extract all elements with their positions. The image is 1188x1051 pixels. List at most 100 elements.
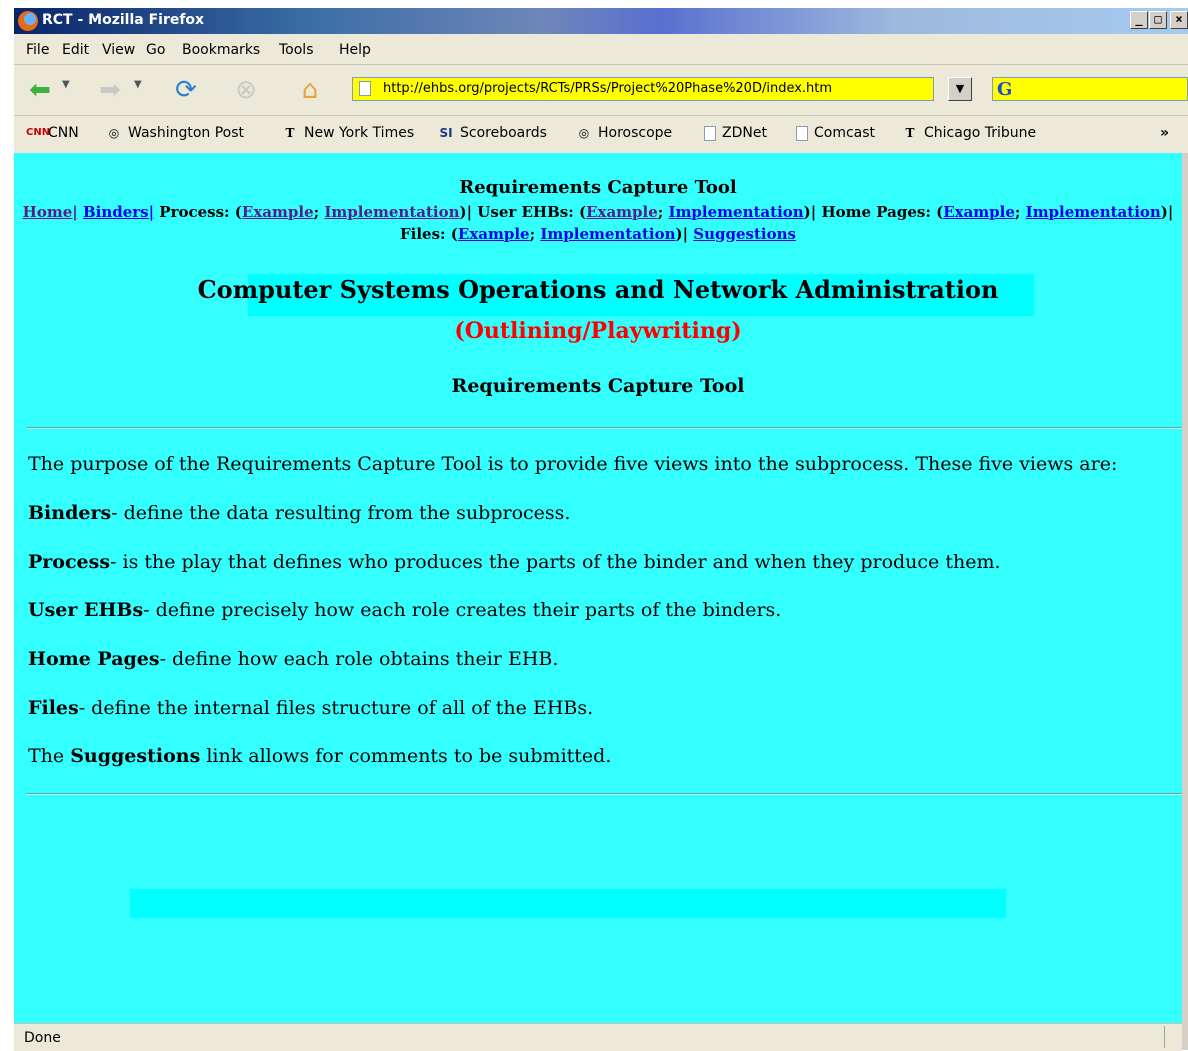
link-home[interactable]: Home| [23,203,78,221]
link-user-ehbs-implementation[interactable]: Implementation [669,203,804,221]
view-binders: Binders- define the data resulting from … [28,502,570,524]
view-description: - define how each role obtains their EHB… [159,648,559,670]
page-title: Computer Systems Operations and Network … [197,275,999,304]
search-input[interactable]: G [992,77,1188,101]
intro-text: The purpose of the Requirements Capture … [28,453,1118,475]
text-fragment: link allows for comments to be submitted… [200,745,612,767]
menu-edit[interactable]: Edit [62,42,89,58]
menu-view[interactable]: View [102,42,135,58]
view-term: Home Pages [28,648,160,670]
bookmarks-overflow-button[interactable]: » [1160,125,1169,141]
bookmark-chicago-tribune[interactable]: T Chicago Tribune [902,125,1037,141]
nyt-icon: T [285,126,295,140]
navigation-toolbar: ⬅ ▼ ➡ ▼ ⟳ ⊗ ⌂ http://ehbs.org/projects/R… [14,65,1188,116]
link-process-implementation[interactable]: Implementation [324,203,459,221]
bookmark-comcast[interactable]: Comcast [796,125,875,141]
menu-go[interactable]: Go [146,42,165,58]
bookmark-label: Washington Post [128,125,245,141]
page-icon [704,125,716,141]
link-home-pages-example[interactable]: Example [943,203,1015,221]
link-process-example[interactable]: Example [242,203,314,221]
stop-icon[interactable]: ⊗ [228,73,264,107]
link-files-example[interactable]: Example [458,225,530,243]
si-icon: SI [439,126,453,140]
bookmarks-toolbar: CNN CNN ◎ Washington Post T New York Times … [14,116,1188,152]
home-icon[interactable]: ⌂ [292,73,328,107]
page-icon [796,125,808,141]
link-user-ehbs-example[interactable]: Example [586,203,658,221]
view-files: Files- define the internal files structu… [28,697,593,719]
bookmark-horoscope[interactable]: ◎ Horoscope [576,125,672,141]
separator: )| [459,203,478,221]
view-user-ehbs: User EHBs- define precisely how each rol… [28,599,781,621]
minimize-button[interactable]: _ [1130,11,1148,29]
bookmark-cnn[interactable]: CNN CNN [26,125,79,141]
bookmark-label: Comcast [814,125,876,141]
view-description: - define precisely how each role creates… [143,599,782,621]
view-term: Files [28,697,79,719]
firefox-logo-icon [18,11,38,31]
browser-chrome: File Edit View Go Bookmarks Tools Help ⬅… [14,34,1188,153]
divider [26,427,1182,429]
bookmark-label: Chicago Tribune [924,125,1037,141]
maximize-button[interactable]: □ [1149,11,1167,29]
address-dropdown-button[interactable]: ▼ [948,77,972,101]
menu-bookmarks[interactable]: Bookmarks [182,42,260,58]
page-icon [359,81,371,96]
cnn-icon: CNN [26,127,51,138]
forward-dropdown-icon[interactable]: ▼ [134,79,142,90]
bookmark-zdnet[interactable]: ZDNet [704,125,767,141]
globe-icon: ◎ [108,126,120,140]
nav-links: Home| Binders| Process: (Example; Implem… [14,201,1182,245]
bookmark-label: CNN [48,125,79,141]
window-title: RCT - Mozilla Firefox [42,12,205,28]
separator: )| [1160,203,1174,221]
google-search-icon[interactable]: G [997,79,1012,100]
label-user-ehbs: User EHBs: ( [477,203,587,221]
view-description: - define the data resulting from the sub… [111,502,571,524]
menu-tools[interactable]: Tools [279,42,314,58]
link-binders[interactable]: Binders| [83,203,154,221]
separator: ; [657,203,669,221]
link-home-pages-implementation[interactable]: Implementation [1026,203,1161,221]
view-description: - is the play that defines who produces … [110,551,1001,573]
globe-icon: ◎ [578,126,590,140]
label-files: Files: ( [400,225,458,243]
menu-bar: File Edit View Go Bookmarks Tools Help [14,34,1188,65]
footer-box [130,889,1006,918]
view-description: - define the internal files structure of… [78,697,594,719]
link-suggestions[interactable]: Suggestions [693,225,796,243]
reload-icon[interactable]: ⟳ [168,73,204,107]
bookmark-scoreboards[interactable]: SI Scoreboards [438,125,547,141]
address-bar[interactable]: http://ehbs.org/projects/RCTs/PRSs/Proje… [352,77,934,101]
separator: )| [803,203,822,221]
label-home-pages: Home Pages: ( [821,203,944,221]
view-term: Process [28,551,111,573]
view-term: User EHBs [28,599,144,621]
separator: ; [529,225,541,243]
bookmark-label: ZDNet [722,125,767,141]
page-content: Requirements Capture Tool Home| Binders|… [14,153,1182,1023]
bookmark-label: Horoscope [598,125,673,141]
back-arrow-icon[interactable]: ⬅ [22,73,58,107]
status-bar: Done [14,1023,1182,1051]
divider [26,793,1182,795]
close-button[interactable]: × [1170,11,1188,29]
text-fragment: The [28,745,71,767]
bookmark-washington-post[interactable]: ◎ Washington Post [106,125,244,141]
separator: )| [675,225,694,243]
bookmark-new-york-times[interactable]: T New York Times [282,125,415,141]
view-home-pages: Home Pages- define how each role obtains… [28,648,558,670]
menu-help[interactable]: Help [339,42,371,58]
forward-arrow-icon[interactable]: ➡ [92,73,128,107]
address-url: http://ehbs.org/projects/RCTs/PRSs/Proje… [383,81,833,96]
suggestions-term: Suggestions [70,745,201,767]
window-title-bar: RCT - Mozilla Firefox _ □ × [14,8,1188,34]
view-process: Process- is the play that defines who pr… [28,551,1001,573]
menu-file[interactable]: File [26,42,49,58]
window-border [1182,153,1188,1050]
back-dropdown-icon[interactable]: ▼ [62,79,70,90]
separator: ; [1014,203,1026,221]
link-files-implementation[interactable]: Implementation [540,225,675,243]
section-title: Requirements Capture Tool [451,375,745,397]
